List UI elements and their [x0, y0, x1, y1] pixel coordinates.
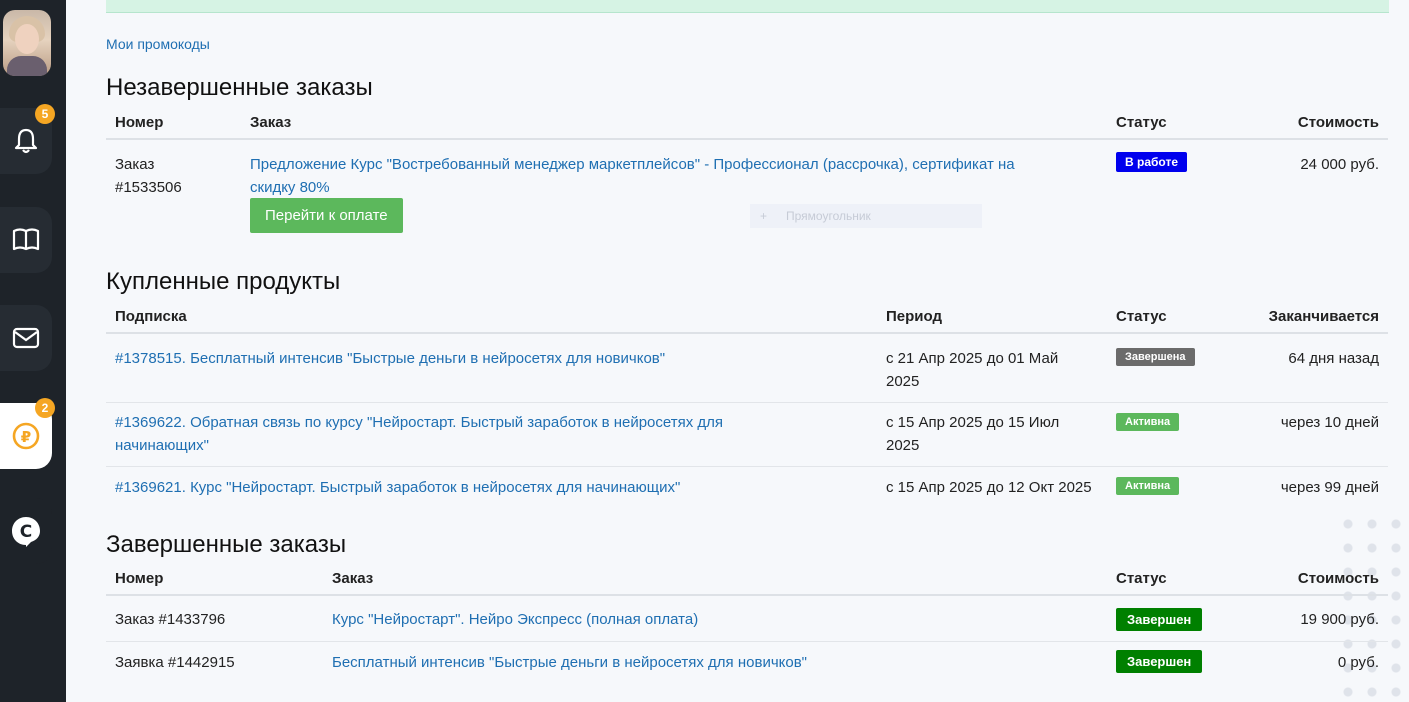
table-row: Заказ #1533506 Предложение Курс "Востреб… — [106, 142, 1388, 246]
col-number: Номер — [115, 570, 164, 587]
col-number: Номер — [115, 114, 164, 131]
my-promocodes-link[interactable]: Мои промокоды — [106, 36, 210, 52]
subscription-link[interactable]: #1369621. Курс "Нейростарт. Быстрый зара… — [115, 476, 855, 499]
col-status: Статус — [1116, 114, 1167, 131]
brand-glyph: C — [20, 522, 32, 542]
unfinished-orders-header: Номер Заказ Статус Стоимость — [106, 108, 1388, 140]
order-cost: 19 900 руб. — [1300, 611, 1379, 628]
purchased-products-title: Купленные продукты — [106, 268, 341, 295]
order-title-line1: Предложение Курс "Востребованный менедже… — [250, 156, 1015, 173]
top-notice-bar — [106, 0, 1389, 13]
subscription-ends: через 10 дней — [1280, 414, 1379, 431]
notifications-badge: 5 — [35, 104, 55, 124]
subscription-period: с 21 Апр 2025 до 01 Май 2025 — [886, 347, 1058, 393]
sidebar-courses-button[interactable] — [0, 207, 52, 273]
subscription-line1: #1369621. Курс "Нейростарт. Быстрый зара… — [115, 479, 681, 496]
col-status: Статус — [1116, 570, 1167, 587]
col-period: Период — [886, 308, 942, 325]
order-number: Заказ #1533506 — [115, 153, 182, 199]
order-number-line2: #1533506 — [115, 179, 182, 196]
order-cost: 0 руб. — [1337, 654, 1379, 671]
subscription-period: с 15 Апр 2025 до 15 Июл 2025 — [886, 411, 1059, 457]
col-ends: Заканчивается — [1268, 308, 1379, 325]
order-title-link[interactable]: Предложение Курс "Востребованный менедже… — [250, 153, 1100, 199]
order-number: Заявка #1442915 — [115, 654, 235, 671]
go-to-payment-button[interactable]: Перейти к оплате — [250, 198, 403, 233]
ruble-icon: ₽ — [12, 422, 40, 450]
col-cost: Стоимость — [1297, 114, 1379, 131]
col-subscription: Подписка — [115, 308, 187, 325]
table-row: #1378515. Бесплатный интенсив "Быстрые д… — [106, 337, 1388, 403]
ruble-glyph: ₽ — [21, 428, 31, 446]
period-line1: с 21 Апр 2025 до 01 Май — [886, 350, 1059, 367]
order-number-line1: Заказ — [115, 156, 155, 173]
bell-icon — [14, 128, 38, 154]
subscription-line2: начинающих" — [115, 437, 209, 454]
finished-orders-header: Номер Заказ Статус Стоимость — [106, 564, 1388, 596]
status-badge: Завершен — [1116, 650, 1203, 673]
ghost-label-text: Прямоугольник — [786, 209, 871, 223]
status-badge: Завершен — [1116, 608, 1203, 631]
col-status: Статус — [1116, 308, 1167, 325]
book-icon — [12, 228, 40, 251]
mail-icon — [12, 327, 40, 349]
purchased-products-header: Подписка Период Статус Заканчивается — [106, 302, 1388, 334]
avatar-face — [15, 24, 39, 54]
period-line2: 2025 — [886, 437, 920, 454]
table-row: #1369621. Курс "Нейростарт. Быстрый зара… — [106, 467, 1388, 508]
period-line1: с 15 Апр 2025 до 12 Окт 2025 — [886, 479, 1092, 496]
subscription-ends: 64 дня назад — [1288, 350, 1379, 367]
payments-badge: 2 — [35, 398, 55, 418]
brand-c-icon: C — [12, 517, 40, 547]
sidebar-brand-button[interactable]: C — [0, 498, 52, 564]
finished-orders-title: Завершенные заказы — [106, 531, 347, 558]
status-badge: В работе — [1116, 152, 1187, 172]
sidebar: 5 ₽ 2 C — [0, 0, 66, 702]
order-title-line2: скидку 80% — [250, 179, 330, 196]
subscription-period: с 15 Апр 2025 до 12 Окт 2025 — [886, 476, 1092, 499]
order-title-link[interactable]: Бесплатный интенсив "Быстрые деньги в не… — [332, 651, 807, 674]
unfinished-orders-title: Незавершенные заказы — [106, 74, 373, 101]
status-badge: Активна — [1116, 413, 1180, 431]
col-order: Заказ — [332, 570, 374, 587]
main-content: Мои промокоды Незавершенные заказы Номер… — [66, 0, 1409, 702]
table-row: Заказ #1433796 Курс "Нейростарт". Нейро … — [106, 599, 1388, 642]
col-order: Заказ — [250, 114, 292, 131]
sidebar-messages-button[interactable] — [0, 305, 52, 371]
order-title-link[interactable]: Курс "Нейростарт". Нейро Экспресс (полна… — [332, 608, 698, 631]
period-line1: с 15 Апр 2025 до 15 Июл — [886, 414, 1060, 431]
subscription-ends: через 99 дней — [1280, 479, 1379, 496]
table-row: Заявка #1442915 Бесплатный интенсив "Быс… — [106, 642, 1388, 684]
subscription-link[interactable]: #1369622. Обратная связь по курсу "Нейро… — [115, 411, 855, 457]
plus-icon: + — [760, 209, 768, 223]
subscription-line1: #1369622. Обратная связь по курсу "Нейро… — [115, 414, 724, 431]
subscription-line1: #1378515. Бесплатный интенсив "Быстрые д… — [115, 350, 666, 367]
avatar[interactable] — [3, 10, 51, 76]
status-badge: Активна — [1116, 477, 1180, 495]
col-cost: Стоимость — [1297, 570, 1379, 587]
status-badge: Завершена — [1116, 348, 1195, 366]
avatar-body — [7, 56, 47, 76]
table-row: #1369622. Обратная связь по курсу "Нейро… — [106, 403, 1388, 467]
order-cost: 24 000 руб. — [1300, 156, 1379, 173]
ghost-rectangle-label: + Прямоугольник — [750, 204, 982, 228]
subscription-link[interactable]: #1378515. Бесплатный интенсив "Быстрые д… — [115, 347, 855, 370]
period-line2: 2025 — [886, 373, 920, 390]
order-number: Заказ #1433796 — [115, 611, 226, 628]
